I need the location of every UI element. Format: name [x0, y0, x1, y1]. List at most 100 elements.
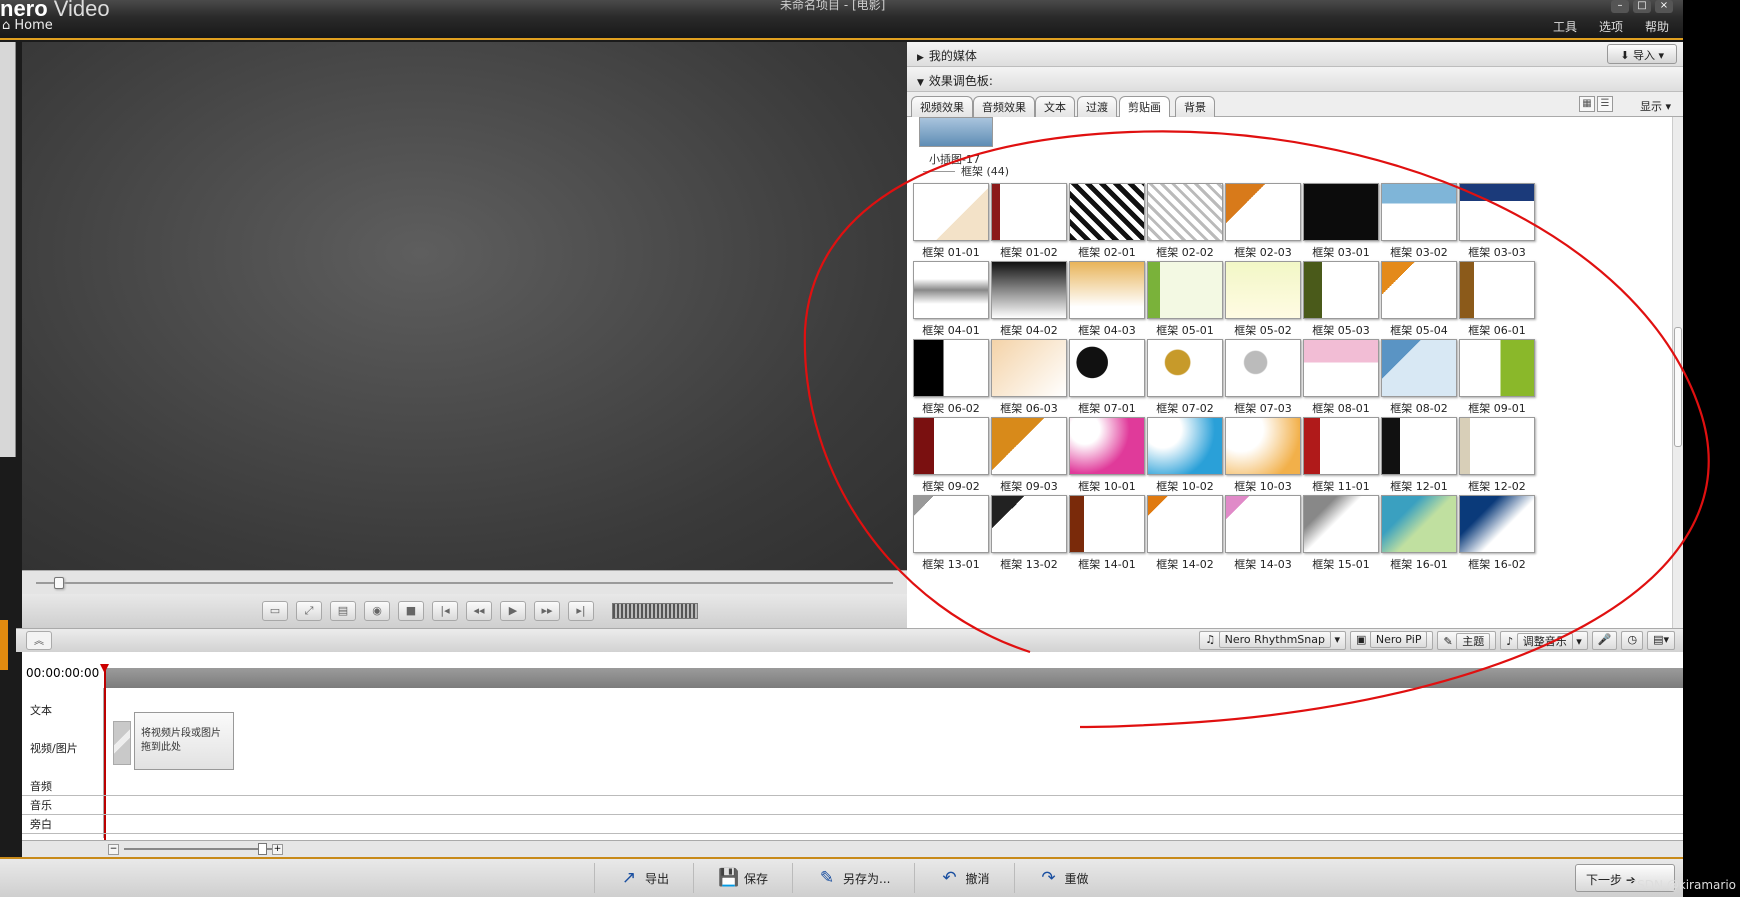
effect-tile[interactable]: 框架 01-01 — [913, 183, 989, 260]
play-icon[interactable]: ▶ — [500, 601, 526, 621]
effect-tile[interactable]: 框架 06-02 — [913, 339, 989, 416]
effect-thumbnail[interactable] — [991, 183, 1067, 241]
grid-scrollbar[interactable] — [1672, 117, 1683, 628]
effect-tile[interactable]: 框架 06-03 — [991, 339, 1067, 416]
pip-button[interactable]: ▣ Nero PiP — [1350, 631, 1434, 650]
effect-thumbnail[interactable] — [1459, 417, 1535, 475]
effect-thumbnail[interactable] — [913, 417, 989, 475]
rhythmsnap-button[interactable]: ♫ Nero RhythmSnap ▾ — [1199, 631, 1346, 650]
effect-tile[interactable]: 框架 06-01 — [1459, 261, 1535, 338]
save-as-button[interactable]: ✎ 另存为... — [792, 863, 914, 893]
effect-thumbnail[interactable] — [1069, 495, 1145, 553]
aspect-icon[interactable]: ▤ — [330, 601, 356, 621]
effect-tile[interactable]: 框架 05-01 — [1147, 261, 1223, 338]
effect-tile[interactable]: 框架 05-04 — [1381, 261, 1457, 338]
effect-thumbnail[interactable] — [1147, 339, 1223, 397]
effect-tile[interactable]: 框架 02-01 — [1069, 183, 1145, 260]
effect-thumbnail[interactable] — [1069, 183, 1145, 241]
menu-options[interactable]: 选项 — [1599, 18, 1623, 35]
effect-thumbnail[interactable] — [1069, 261, 1145, 319]
stop-icon[interactable]: ■ — [398, 601, 424, 621]
effect-tile[interactable]: 框架 14-01 — [1069, 495, 1145, 572]
snapshot-icon[interactable]: ◉ — [364, 601, 390, 621]
menu-tools[interactable]: 工具 — [1553, 18, 1577, 35]
effect-tile[interactable]: 框架 13-02 — [991, 495, 1067, 572]
effect-thumbnail[interactable] — [1303, 495, 1379, 553]
display-mode-icon[interactable]: ▭ — [262, 601, 288, 621]
preview-scrubber[interactable] — [22, 570, 907, 594]
effect-thumbnail[interactable] — [1225, 417, 1301, 475]
playhead[interactable] — [104, 664, 106, 857]
effect-tile[interactable]: 框架 07-01 — [1069, 339, 1145, 416]
effect-thumbnail[interactable] — [1459, 183, 1535, 241]
effect-thumbnail[interactable] — [1303, 339, 1379, 397]
effect-thumbnail[interactable] — [1147, 261, 1223, 319]
effect-thumbnail[interactable] — [1069, 417, 1145, 475]
effect-thumbnail[interactable] — [1303, 417, 1379, 475]
effect-thumbnail[interactable] — [1225, 261, 1301, 319]
import-button[interactable]: ⬇ 导入 ▾ — [1607, 44, 1677, 64]
effect-tile[interactable]: 框架 03-03 — [1459, 183, 1535, 260]
effect-thumbnail[interactable] — [1381, 495, 1457, 553]
zoom-knob[interactable] — [258, 843, 267, 855]
effect-thumbnail[interactable] — [1303, 183, 1379, 241]
effect-thumbnail[interactable] — [1381, 261, 1457, 319]
fullscreen-icon[interactable]: ⤢ — [296, 601, 322, 621]
settings-icon[interactable]: ▤▾ — [1647, 631, 1675, 650]
effect-tile[interactable]: 框架 13-01 — [913, 495, 989, 572]
tab-background[interactable]: 背景 — [1175, 96, 1215, 117]
effects-palette-header[interactable]: ▼ 效果调色板: — [907, 67, 1683, 92]
effect-thumbnail[interactable] — [1303, 261, 1379, 319]
effect-thumbnail[interactable] — [913, 495, 989, 553]
left-side-tab[interactable] — [0, 620, 8, 670]
effect-thumbnail[interactable] — [1147, 495, 1223, 553]
theme-button[interactable]: ✎ 主题 — [1437, 631, 1497, 650]
left-collapsed-panel[interactable] — [0, 42, 16, 457]
effect-tile[interactable]: 框架 16-02 — [1459, 495, 1535, 572]
tab-text[interactable]: 文本 — [1035, 96, 1075, 117]
list-view-icon[interactable]: ☰ — [1597, 96, 1613, 112]
effect-thumbnail[interactable] — [1381, 417, 1457, 475]
effect-thumbnail[interactable] — [1459, 495, 1535, 553]
effect-tile[interactable]: 框架 15-01 — [1303, 495, 1379, 572]
effect-thumbnail[interactable] — [991, 495, 1067, 553]
minimize-icon[interactable]: – — [1611, 0, 1629, 13]
effect-tile[interactable]: 框架 12-02 — [1459, 417, 1535, 494]
maximize-icon[interactable]: □ — [1633, 0, 1651, 13]
effect-tile[interactable]: 框架 11-01 — [1303, 417, 1379, 494]
effect-thumbnail[interactable] — [913, 183, 989, 241]
scrollbar-grip[interactable] — [1674, 327, 1682, 447]
clock-icon[interactable]: ◷ — [1621, 631, 1644, 650]
tab-audio-effects[interactable]: 音频效果 — [973, 96, 1035, 117]
effect-tile[interactable]: 框架 02-03 — [1225, 183, 1301, 260]
time-ruler[interactable] — [104, 668, 1683, 688]
effect-tile[interactable]: 框架 02-02 — [1147, 183, 1223, 260]
redo-button[interactable]: ↷ 重做 — [1013, 863, 1113, 893]
effect-thumbnail[interactable] — [1225, 495, 1301, 553]
effect-tile[interactable]: 框架 09-02 — [913, 417, 989, 494]
next-frame-icon[interactable]: ▸▸ — [534, 601, 560, 621]
effect-tile[interactable]: 框架 01-02 — [991, 183, 1067, 260]
collapse-up-icon[interactable]: ︽ — [26, 631, 52, 650]
export-button[interactable]: ↗ 导出 — [594, 863, 693, 893]
tab-video-effects[interactable]: 视频效果 — [911, 96, 973, 117]
effect-thumbnail[interactable] — [991, 339, 1067, 397]
effect-tile[interactable]: 框架 10-02 — [1147, 417, 1223, 494]
effect-tile[interactable]: 框架 10-03 — [1225, 417, 1301, 494]
close-icon[interactable]: × — [1655, 0, 1673, 13]
jog-slider[interactable] — [612, 603, 698, 619]
effect-tile[interactable]: 框架 16-01 — [1381, 495, 1457, 572]
effect-tile[interactable]: 框架 05-03 — [1303, 261, 1379, 338]
my-media-header[interactable]: ▶ 我的媒体 ⬇ 导入 ▾ — [907, 42, 1683, 67]
effect-tile[interactable]: 框架 14-02 — [1147, 495, 1223, 572]
microphone-icon[interactable]: 🎤 — [1591, 631, 1618, 650]
zoom-slider[interactable]: − + — [108, 843, 288, 855]
effect-thumbnail[interactable] — [913, 261, 989, 319]
prev-group-thumbnail[interactable] — [919, 117, 993, 147]
adjust-music-button[interactable]: ♪ 调整音乐 ▾ — [1500, 631, 1588, 650]
effect-thumbnail[interactable] — [991, 417, 1067, 475]
save-button[interactable]: 💾 保存 — [693, 863, 792, 893]
effect-thumbnail[interactable] — [1381, 339, 1457, 397]
show-dropdown[interactable]: 显示 ▾ — [1640, 98, 1671, 114]
effect-tile[interactable]: 框架 03-02 — [1381, 183, 1457, 260]
